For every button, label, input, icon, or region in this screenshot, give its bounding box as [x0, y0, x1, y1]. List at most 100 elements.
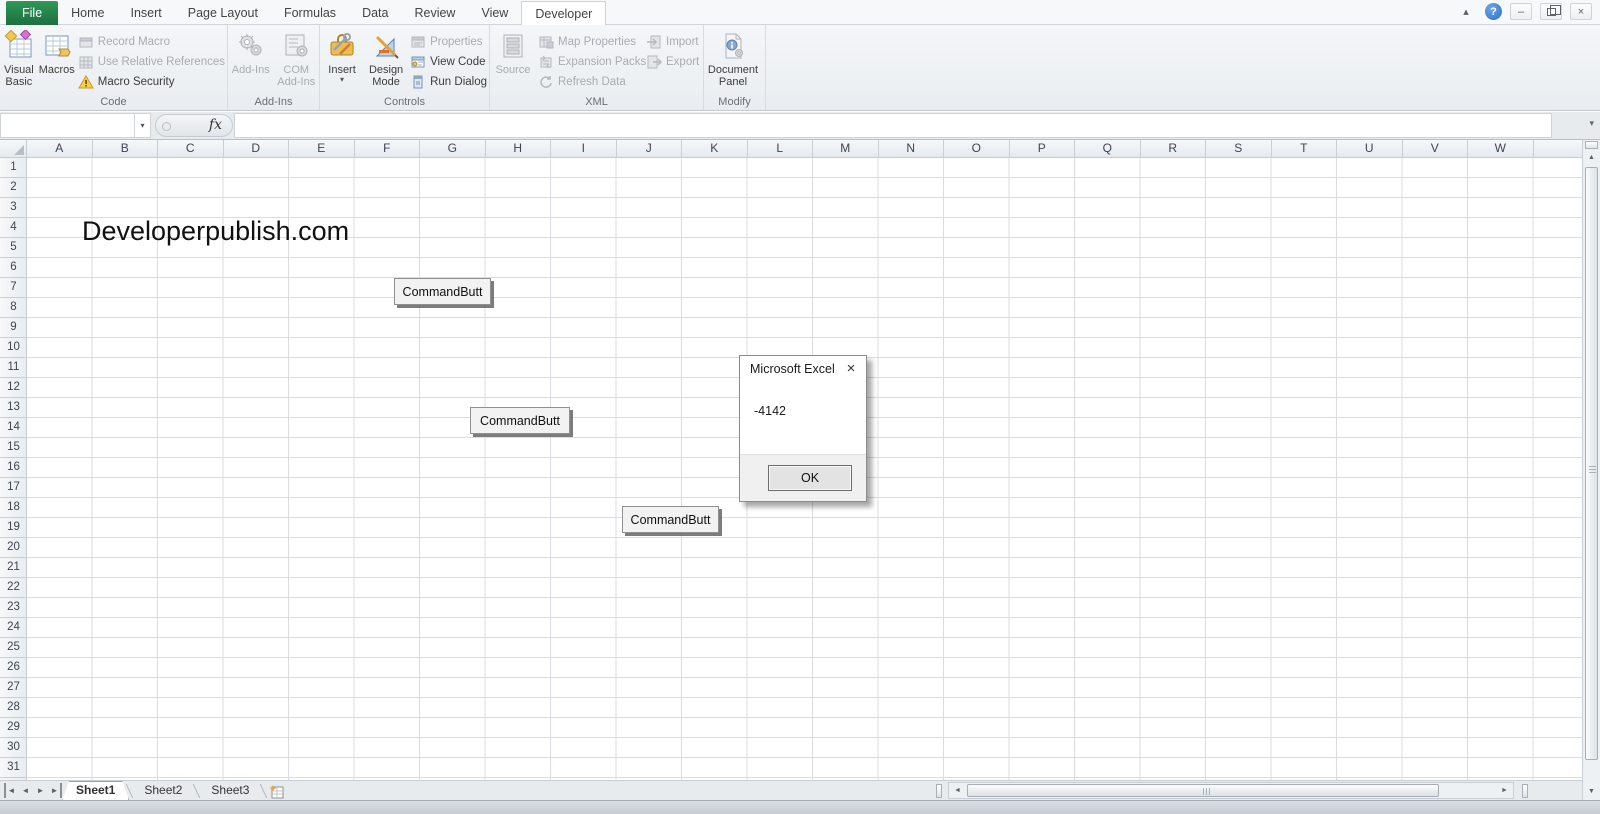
select-all-corner[interactable] — [0, 140, 27, 158]
row-header-21[interactable]: 21 — [0, 558, 27, 578]
row-header-7[interactable]: 7 — [0, 278, 27, 298]
design-mode-button[interactable]: Design Mode — [365, 27, 407, 88]
row-header-27[interactable]: 27 — [0, 678, 27, 698]
sheet-tab-sheet2[interactable]: Sheet2 — [130, 781, 196, 801]
collapse-ribbon-icon[interactable]: ▴ — [1455, 3, 1477, 20]
dialog-close-icon[interactable]: × — [840, 358, 862, 378]
row-header-15[interactable]: 15 — [0, 438, 27, 458]
sheet-tab-sheet1[interactable]: Sheet1 — [62, 781, 129, 801]
row-header-28[interactable]: 28 — [0, 698, 27, 718]
import-button[interactable]: Import — [646, 33, 699, 51]
row-header-8[interactable]: 8 — [0, 298, 27, 318]
horizontal-scroll-thumb[interactable] — [967, 784, 1439, 797]
tab-view[interactable]: View — [468, 1, 521, 25]
insert-control-button[interactable]: Insert ▾ — [321, 27, 363, 84]
formula-bar-expand-icon[interactable]: ▾ — [1589, 118, 1594, 129]
tab-file[interactable]: File — [6, 1, 59, 25]
view-code-button[interactable]: View Code — [410, 53, 487, 71]
tab-data[interactable]: Data — [349, 1, 401, 25]
column-header-D[interactable]: D — [224, 140, 289, 158]
column-header-F[interactable]: F — [355, 140, 420, 158]
row-header-14[interactable]: 14 — [0, 418, 27, 438]
visual-basic-button[interactable]: Visual Basic — [1, 27, 37, 88]
command-button-2[interactable]: CommandButt — [470, 407, 570, 434]
column-header-W[interactable]: W — [1468, 140, 1534, 158]
column-header-G[interactable]: G — [420, 140, 486, 158]
row-header-16[interactable]: 16 — [0, 458, 27, 478]
minimize-button[interactable]: – — [1510, 3, 1532, 20]
tab-formulas[interactable]: Formulas — [271, 1, 349, 25]
tab-developer[interactable]: Developer — [521, 1, 607, 26]
row-header-13[interactable]: 13 — [0, 398, 27, 418]
row-header-17[interactable]: 17 — [0, 478, 27, 498]
row-header-9[interactable]: 9 — [0, 318, 27, 338]
properties-button[interactable]: Properties — [410, 33, 487, 51]
column-header-Q[interactable]: Q — [1075, 140, 1141, 158]
row-header-24[interactable]: 24 — [0, 618, 27, 638]
macros-button[interactable]: Macros — [39, 27, 75, 76]
expansion-packs-button[interactable]: Expansion Packs — [538, 53, 646, 71]
addins-button[interactable]: Add-Ins — [229, 27, 273, 76]
command-button-1[interactable]: CommandButt — [394, 278, 491, 305]
export-button[interactable]: Export — [646, 53, 699, 71]
last-sheet-icon[interactable]: ► — [49, 783, 62, 798]
name-box-dropdown-icon[interactable]: ▾ — [135, 113, 151, 138]
row-header-25[interactable]: 25 — [0, 638, 27, 658]
row-header-31[interactable]: 31 — [0, 758, 27, 778]
row-header-30[interactable]: 30 — [0, 738, 27, 758]
column-header-J[interactable]: J — [617, 140, 682, 158]
tab-scrollbar-split-handle[interactable] — [936, 784, 942, 798]
document-panel-button[interactable]: Document Panel — [705, 27, 761, 88]
row-header-1[interactable]: 1 — [0, 158, 27, 178]
column-header-E[interactable]: E — [289, 140, 355, 158]
column-header-S[interactable]: S — [1206, 140, 1272, 158]
column-header-U[interactable]: U — [1337, 140, 1403, 158]
scroll-left-icon[interactable]: ◄ — [950, 784, 965, 797]
formula-input[interactable] — [234, 113, 1552, 138]
horizontal-scrollbar[interactable]: ◄ ► — [948, 782, 1514, 799]
help-icon[interactable]: ? — [1485, 3, 1502, 20]
first-sheet-icon[interactable]: ◄ — [4, 783, 17, 798]
fx-icon[interactable]: fx — [209, 117, 222, 133]
name-box[interactable] — [0, 113, 135, 138]
column-header-N[interactable]: N — [879, 140, 944, 158]
row-header-6[interactable]: 6 — [0, 258, 27, 278]
close-button[interactable]: × — [1570, 3, 1592, 20]
com-addins-button[interactable]: COM Add-Ins — [275, 27, 319, 88]
refresh-data-button[interactable]: Refresh Data — [538, 73, 642, 91]
row-header-4[interactable]: 4 — [0, 218, 27, 238]
row-header-23[interactable]: 23 — [0, 598, 27, 618]
column-header-C[interactable]: C — [158, 140, 224, 158]
row-header-18[interactable]: 18 — [0, 498, 27, 518]
column-header-R[interactable]: R — [1141, 140, 1206, 158]
record-macro-button[interactable]: Record Macro — [78, 33, 225, 51]
restore-button[interactable] — [1540, 3, 1562, 20]
row-header-2[interactable]: 2 — [0, 178, 27, 198]
scroll-right-icon[interactable]: ► — [1497, 784, 1512, 797]
tab-page-layout[interactable]: Page Layout — [175, 1, 271, 25]
tab-insert[interactable]: Insert — [118, 1, 175, 25]
row-header-26[interactable]: 26 — [0, 658, 27, 678]
column-header-T[interactable]: T — [1272, 140, 1337, 158]
row-header-5[interactable]: 5 — [0, 238, 27, 258]
map-properties-button[interactable]: Map Properties — [538, 33, 642, 51]
command-button-3[interactable]: CommandButt — [622, 506, 719, 533]
column-header-V[interactable]: V — [1403, 140, 1468, 158]
run-dialog-button[interactable]: Run Dialog — [410, 73, 487, 91]
row-header-12[interactable]: 12 — [0, 378, 27, 398]
column-header-M[interactable]: M — [813, 140, 879, 158]
row-header-3[interactable]: 3 — [0, 198, 27, 218]
vertical-scroll-thumb[interactable] — [1585, 167, 1598, 760]
row-header-19[interactable]: 19 — [0, 518, 27, 538]
source-button[interactable]: Source — [491, 27, 535, 76]
vertical-split-handle[interactable] — [1585, 141, 1598, 149]
next-sheet-icon[interactable]: ► — [34, 783, 47, 798]
column-header-B[interactable]: B — [93, 140, 158, 158]
row-header-29[interactable]: 29 — [0, 718, 27, 738]
scroll-down-icon[interactable]: ▼ — [1584, 784, 1599, 799]
column-header-P[interactable]: P — [1010, 140, 1075, 158]
previous-sheet-icon[interactable]: ◄ — [19, 783, 32, 798]
row-header-22[interactable]: 22 — [0, 578, 27, 598]
insert-dropdown-icon[interactable]: ▾ — [340, 76, 344, 84]
column-header-A[interactable]: A — [27, 140, 93, 158]
